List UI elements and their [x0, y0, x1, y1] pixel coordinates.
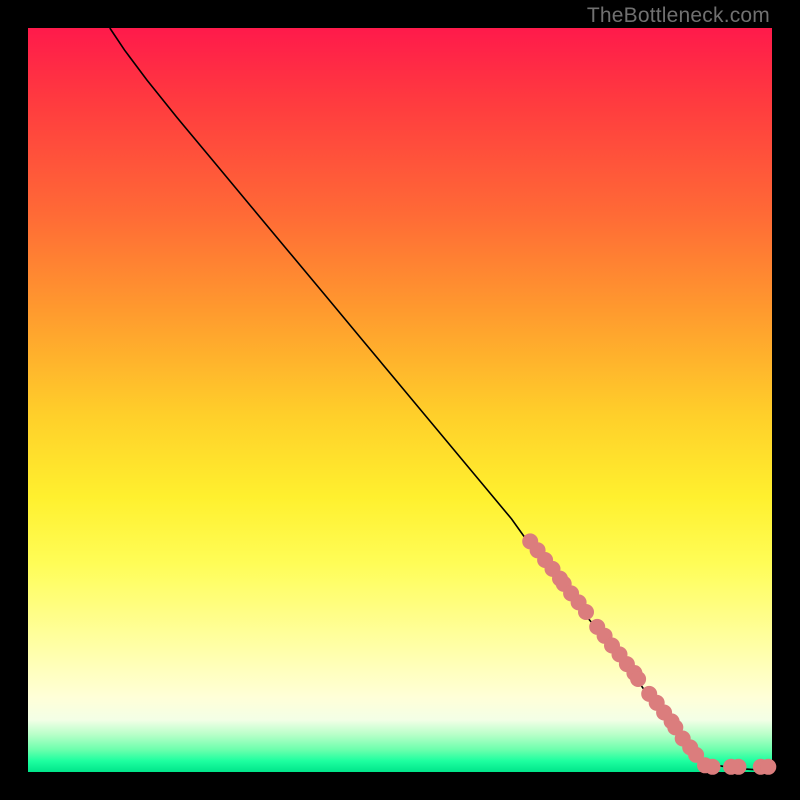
- data-marker: [578, 604, 594, 620]
- chart-svg: [28, 28, 772, 772]
- data-marker: [731, 759, 747, 775]
- bottleneck-curve: [110, 28, 772, 770]
- plot-area: [28, 28, 772, 772]
- data-marker: [630, 671, 646, 687]
- data-marker: [760, 759, 776, 775]
- marker-group: [522, 533, 776, 774]
- watermark-text: TheBottleneck.com: [587, 4, 770, 28]
- data-marker: [705, 759, 721, 775]
- chart-frame: TheBottleneck.com: [0, 0, 800, 800]
